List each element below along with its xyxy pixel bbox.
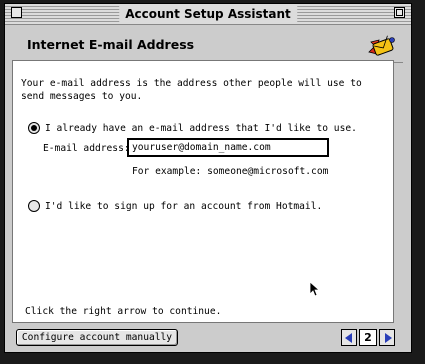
intro-text: Your e-mail address is the address other… [21, 78, 362, 102]
radio-hotmail[interactable] [28, 200, 40, 212]
option-have-label[interactable]: I already have an e-mail address that I'… [45, 122, 357, 135]
close-box-icon[interactable] [11, 7, 22, 18]
mouse-pointer-icon [309, 281, 321, 297]
back-arrow-button[interactable] [341, 329, 357, 346]
window-title: Account Setup Assistant [119, 6, 297, 22]
step-header: Internet E-mail Address [13, 26, 403, 63]
zoom-box-icon[interactable] [394, 7, 405, 18]
example-text: For example: someone@microsoft.com [132, 166, 329, 177]
rocket-mail-icon [368, 35, 395, 56]
right-arrow-icon [385, 333, 392, 343]
title-bar[interactable]: Account Setup Assistant [5, 4, 411, 25]
email-field[interactable]: youruser@domain_name.com [127, 138, 329, 157]
content-panel: Your e-mail address is the address other… [12, 60, 394, 323]
option-hotmail-label[interactable]: I'd like to sign up for an account from … [45, 200, 322, 213]
page-number: 2 [359, 329, 377, 346]
configure-manually-button[interactable]: Configure account manually [16, 329, 178, 346]
left-arrow-icon [345, 333, 352, 343]
step-title: Internet E-mail Address [27, 37, 195, 52]
continue-hint: Click the right arrow to continue. [25, 306, 222, 317]
email-label: E-mail address: [43, 143, 130, 154]
radio-have-address[interactable] [28, 122, 40, 134]
forward-arrow-button[interactable] [379, 329, 395, 346]
